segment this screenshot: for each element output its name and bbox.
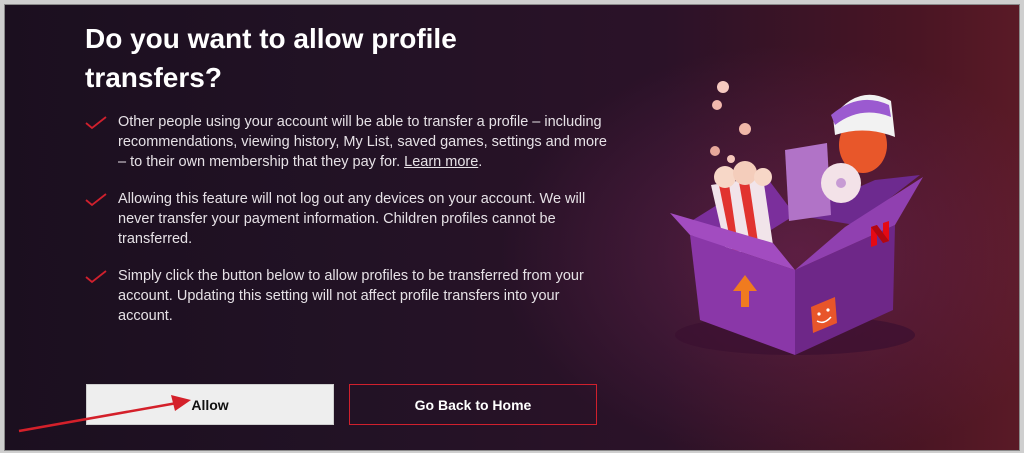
go-back-home-button[interactable]: Go Back to Home xyxy=(349,384,597,425)
page-title: Do you want to allow profile transfers? xyxy=(85,23,457,93)
learn-more-link[interactable]: Learn more xyxy=(404,154,478,170)
list-item: Simply click the button below to allow p… xyxy=(85,266,615,326)
check-icon xyxy=(85,193,107,207)
list-item-text: Other people using your account will be … xyxy=(118,114,607,170)
check-icon xyxy=(85,116,107,130)
list-item: Allowing this feature will not log out a… xyxy=(85,189,615,249)
list-item: Other people using your account will be … xyxy=(85,112,615,172)
list-item-text: Simply click the button below to allow p… xyxy=(118,268,584,324)
list-item-suffix: . xyxy=(478,154,483,170)
check-icon xyxy=(85,270,107,284)
list-item-text: Allowing this feature will not log out a… xyxy=(118,191,586,247)
profile-transfer-page: Do you want to allow profile transfers? … xyxy=(4,4,1020,451)
info-list: Other people using your account will be … xyxy=(85,112,615,326)
gift-box-illustration xyxy=(670,81,923,355)
allow-button[interactable]: Allow xyxy=(86,384,334,425)
